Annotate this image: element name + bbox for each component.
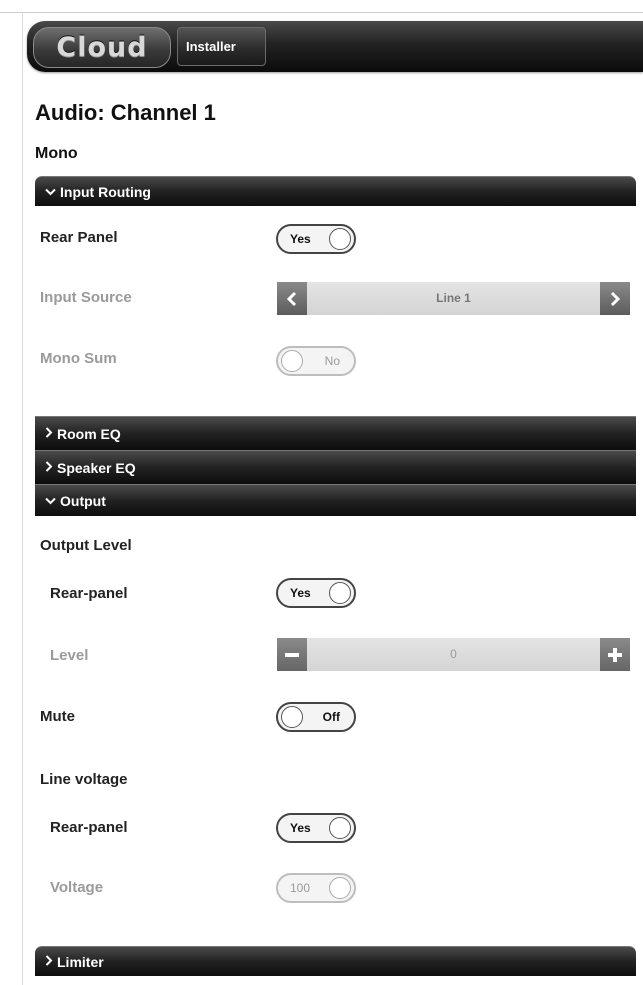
section-limiter[interactable]: Limiter: [35, 946, 636, 976]
output-level-heading: Output Level: [40, 537, 132, 554]
level-value: 0: [450, 647, 457, 661]
section-label: Limiter: [57, 953, 104, 970]
line-voltage-rear-panel-toggle[interactable]: Yes: [276, 813, 356, 843]
section-room-eq[interactable]: Room EQ: [35, 416, 636, 450]
cloud-logo[interactable]: Cloud: [33, 27, 171, 68]
level-label: Level: [50, 647, 89, 664]
rear-panel-label: Rear Panel: [40, 229, 118, 246]
mono-sum-toggle[interactable]: No: [276, 346, 356, 376]
voltage-label: Voltage: [50, 879, 104, 896]
rear-panel-toggle[interactable]: Yes: [276, 224, 356, 254]
minus-icon[interactable]: [277, 638, 307, 671]
chevron-down-icon: [45, 185, 56, 199]
chevron-right-icon: [45, 426, 53, 441]
toggle-knob: [329, 817, 351, 839]
tab-installer[interactable]: Installer: [177, 27, 266, 66]
level-stepper: 0: [277, 638, 630, 671]
input-source-value: Line 1: [436, 291, 471, 305]
chevron-right-icon: [45, 954, 53, 969]
chevron-down-icon: [45, 494, 56, 508]
toggle-value: No: [324, 354, 340, 368]
mute-label: Mute: [40, 708, 75, 725]
arrow-left-icon[interactable]: [277, 282, 307, 315]
toggle-knob: [329, 582, 351, 604]
section-input-routing[interactable]: Input Routing: [35, 176, 636, 206]
mute-toggle[interactable]: Off: [276, 702, 356, 732]
section-output[interactable]: Output: [35, 484, 636, 516]
top-border: [0, 12, 643, 13]
toggle-knob: [329, 228, 351, 250]
toggle-knob: [281, 706, 303, 728]
chevron-right-icon: [45, 460, 53, 475]
page-title: Audio: Channel 1: [35, 100, 216, 125]
output-rear-panel-label: Rear-panel: [50, 585, 128, 602]
toggle-value: Off: [322, 710, 340, 724]
plus-icon[interactable]: [600, 638, 630, 671]
section-label: Speaker EQ: [57, 459, 136, 476]
mono-sum-label: Mono Sum: [40, 350, 117, 367]
toggle-knob: [329, 877, 351, 899]
section-speaker-eq[interactable]: Speaker EQ: [35, 450, 636, 484]
output-rear-panel-toggle[interactable]: Yes: [276, 578, 356, 608]
toggle-knob: [281, 350, 303, 372]
line-voltage-heading: Line voltage: [40, 771, 128, 788]
toggle-value: Yes: [290, 821, 311, 835]
toggle-value: Yes: [290, 586, 311, 600]
voltage-toggle[interactable]: 100: [276, 873, 356, 903]
section-label: Input Routing: [60, 183, 151, 200]
section-label: Room EQ: [57, 425, 121, 442]
logo-text: Cloud: [56, 32, 148, 63]
toggle-value: Yes: [290, 232, 311, 246]
input-source-selector: Line 1: [277, 282, 630, 315]
input-source-label: Input Source: [40, 289, 132, 306]
left-border: [22, 12, 23, 985]
toggle-value: 100: [290, 881, 311, 895]
line-voltage-rear-panel-label: Rear-panel: [50, 819, 128, 836]
section-label: Output: [60, 492, 106, 509]
mode-label: Mono: [35, 145, 78, 162]
app-header: Cloud Installer: [27, 21, 643, 72]
arrow-right-icon[interactable]: [600, 282, 630, 315]
